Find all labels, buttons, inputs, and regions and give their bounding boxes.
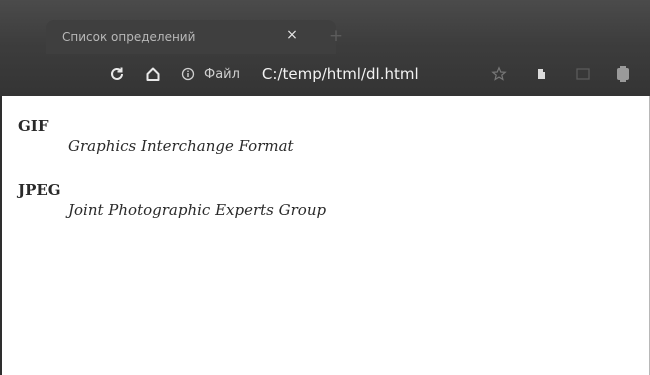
- info-icon[interactable]: [180, 66, 196, 82]
- definition-list: GIF Graphics Interchange Format JPEG Joi…: [18, 116, 326, 220]
- tab-title: Список определений: [62, 30, 196, 44]
- reading-list-icon[interactable]: [572, 63, 594, 85]
- star-icon[interactable]: [488, 63, 510, 85]
- reload-icon[interactable]: [106, 63, 128, 85]
- address-bar[interactable]: Файл C:/temp/html/dl.html: [180, 61, 520, 87]
- home-icon[interactable]: [142, 63, 164, 85]
- toolbar: Файл C:/temp/html/dl.html: [0, 54, 650, 96]
- tab-strip: Список определений × +: [0, 0, 650, 54]
- definition-term: JPEG: [18, 181, 61, 199]
- definition-description: Joint Photographic Experts Group: [68, 201, 327, 219]
- profile-icon[interactable]: [612, 63, 634, 85]
- address-url[interactable]: C:/temp/html/dl.html: [262, 65, 419, 83]
- definition-description: Graphics Interchange Format: [68, 137, 294, 155]
- close-tab-button[interactable]: ×: [284, 27, 300, 43]
- new-tab-button[interactable]: +: [327, 27, 345, 45]
- definition-term: GIF: [18, 117, 49, 135]
- address-scheme-label: Файл: [204, 66, 240, 82]
- tab-active[interactable]: Список определений ×: [46, 20, 336, 54]
- browser-chrome: Список определений × + Файл C:/temp/html…: [0, 0, 650, 96]
- page-viewport: GIF Graphics Interchange Format JPEG Joi…: [0, 96, 650, 375]
- extension-icon[interactable]: [530, 63, 552, 85]
- browser-window: Список определений × + Файл C:/temp/html…: [0, 0, 650, 375]
